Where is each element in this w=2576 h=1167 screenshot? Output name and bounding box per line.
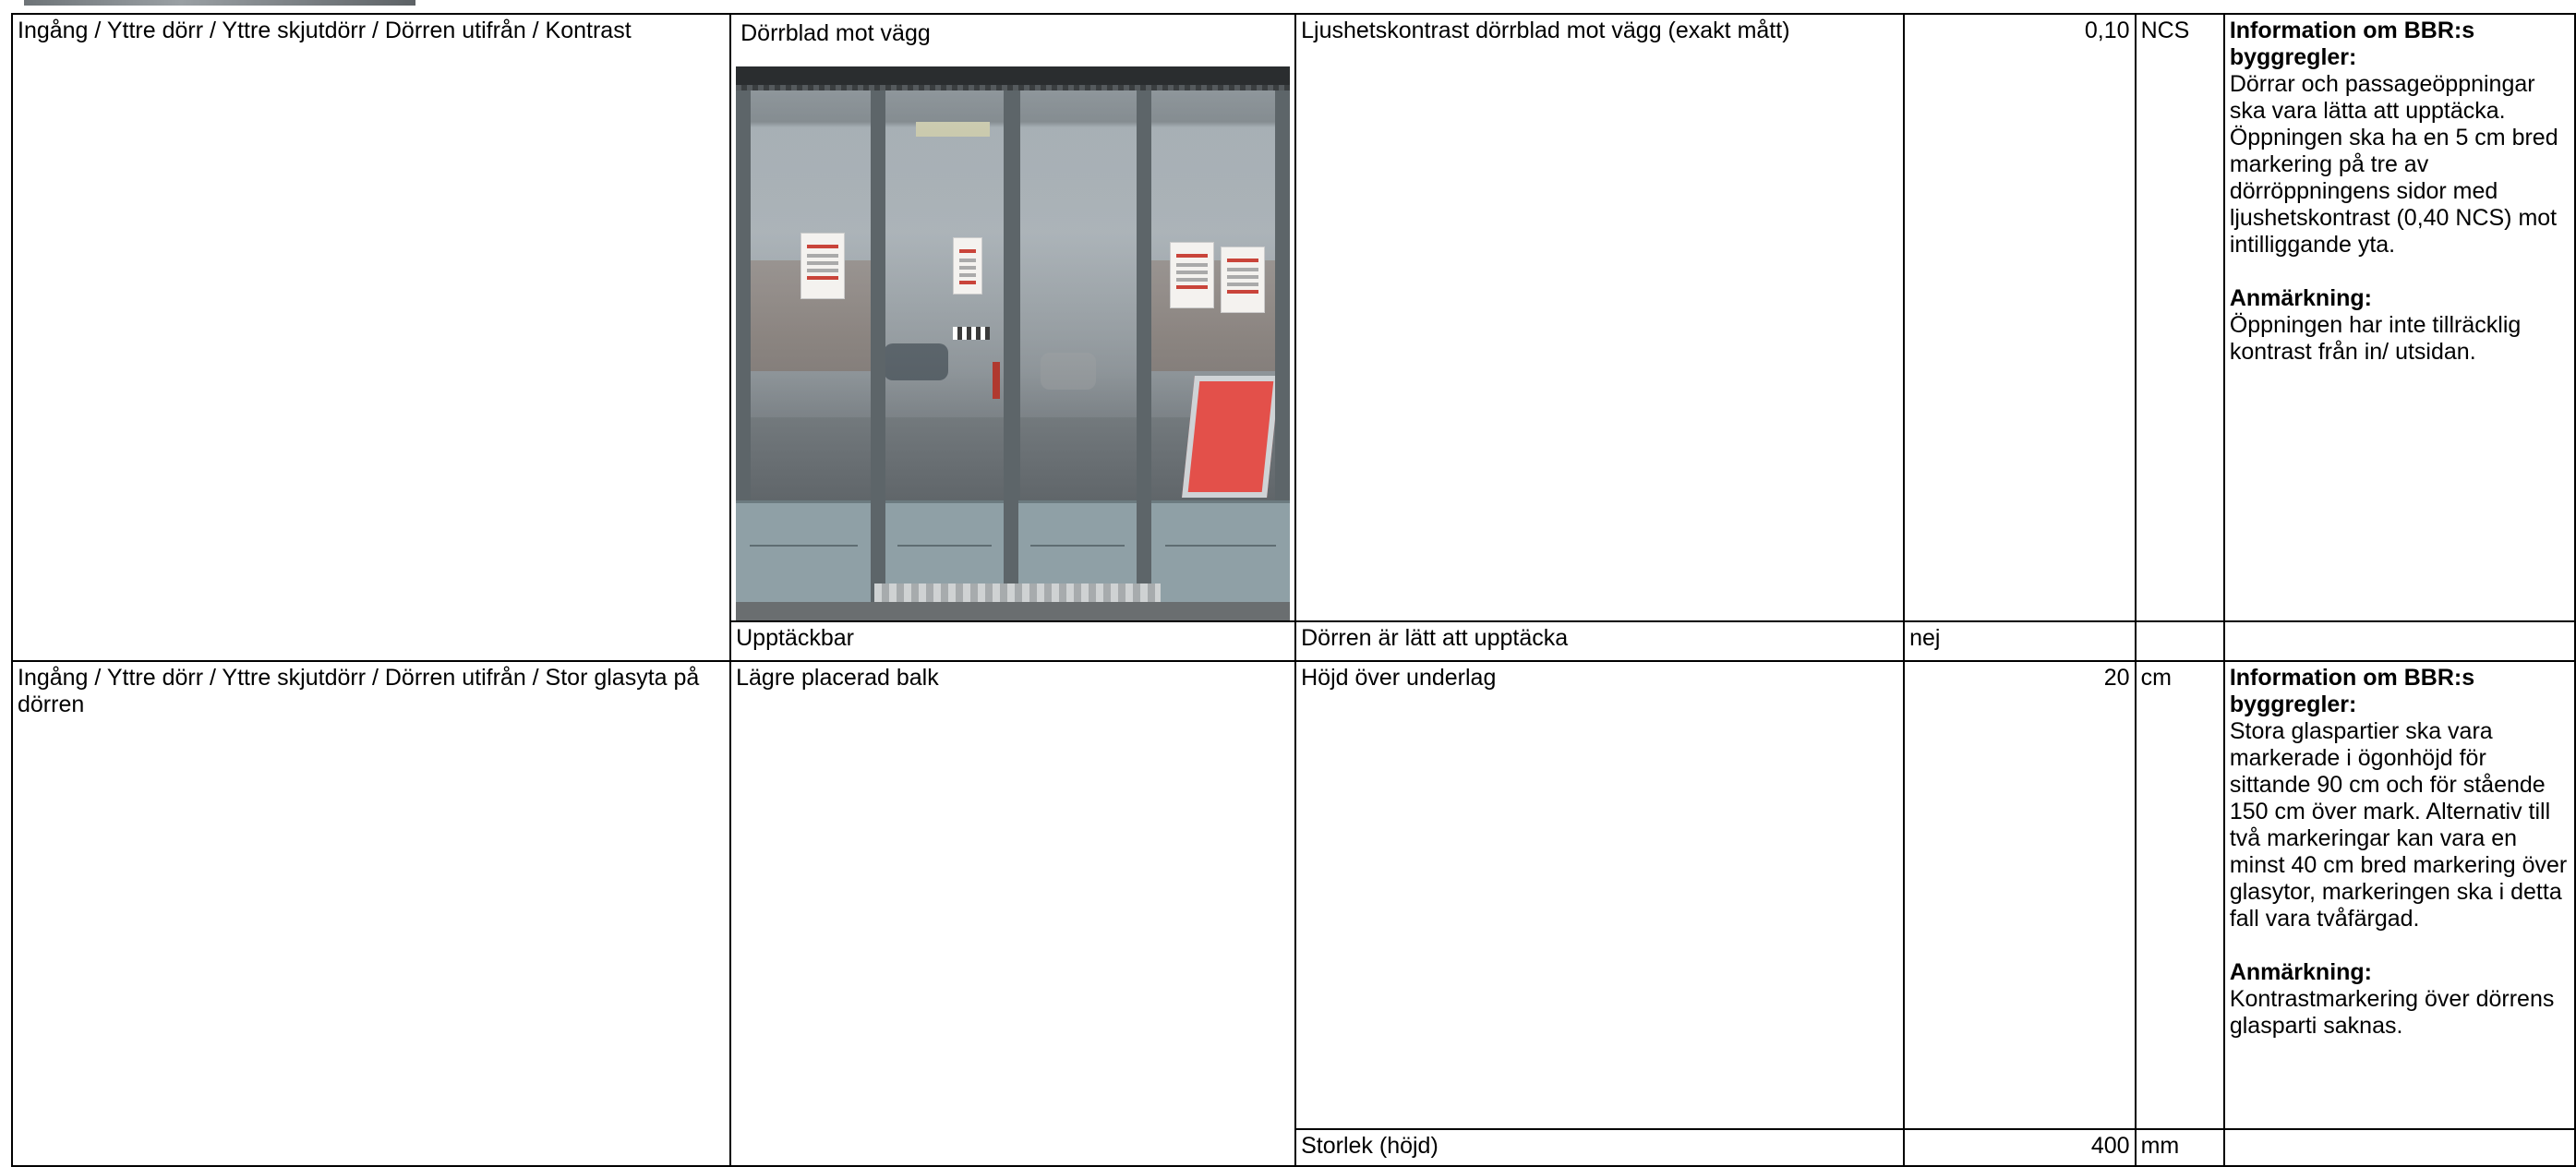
measurement-unit: mm <box>2134 1128 2225 1167</box>
measurement-value: 20 <box>1903 660 2137 1130</box>
remark-text: Kontrastmarkering över dörrens glasparti… <box>2229 986 2555 1039</box>
remark-heading: Anmärkning: <box>2229 959 2373 985</box>
remark-heading: Anmärkning: <box>2229 285 2373 311</box>
item-cell: Dörrblad mot vägg <box>729 13 1297 622</box>
measurement-label: Ljushetskontrast dörrblad mot vägg (exak… <box>1294 13 1906 622</box>
info-heading: Information om BBR:s byggregler: <box>2229 665 2475 717</box>
measurement-unit <box>2134 620 2225 662</box>
item-label: Dörrblad mot vägg <box>740 20 931 46</box>
measurement-value: 0,10 <box>1903 13 2137 622</box>
item-label: Lägre placerad balk <box>729 660 1297 1167</box>
bbr-info-cell: Information om BBR:s byggregler: Dörrar … <box>2222 13 2576 622</box>
empty-cell <box>2222 620 2576 662</box>
table-row: Ingång / Yttre dörr / Yttre skjutdörr / … <box>10 13 2576 662</box>
previous-photo-edge <box>24 0 415 6</box>
door-photo <box>736 66 1291 620</box>
table-row: Ingång / Yttre dörr / Yttre skjutdörr / … <box>10 660 2576 1167</box>
measurement-unit: cm <box>2134 660 2225 1130</box>
path-cell: Ingång / Yttre dörr / Yttre skjutdörr / … <box>10 13 732 662</box>
measurement-value: nej <box>1903 620 2137 662</box>
measurement-label: Höjd över underlag <box>1294 660 1906 1130</box>
bbr-info-cell: Information om BBR:s byggregler: Stora g… <box>2222 660 2576 1130</box>
remark-text: Öppningen har inte tillräcklig kontrast … <box>2229 312 2522 365</box>
measurement-value: 400 <box>1903 1128 2137 1167</box>
info-text: Dörrar och passageöppningar ska vara lät… <box>2229 71 2558 258</box>
path-cell: Ingång / Yttre dörr / Yttre skjutdörr / … <box>10 660 732 1167</box>
measurement-unit: NCS <box>2134 13 2225 622</box>
measurement-label: Storlek (höjd) <box>1294 1128 1906 1167</box>
empty-cell <box>2222 1128 2576 1167</box>
info-text: Stora glaspartier ska vara markerade i ö… <box>2229 718 2568 932</box>
measurement-label: Dörren är lätt att upptäcka <box>1294 620 1906 662</box>
item-label: Upptäckbar <box>729 620 1297 662</box>
inspection-table: Ingång / Yttre dörr / Yttre skjutdörr / … <box>10 13 2576 1167</box>
info-heading: Information om BBR:s byggregler: <box>2229 18 2475 70</box>
